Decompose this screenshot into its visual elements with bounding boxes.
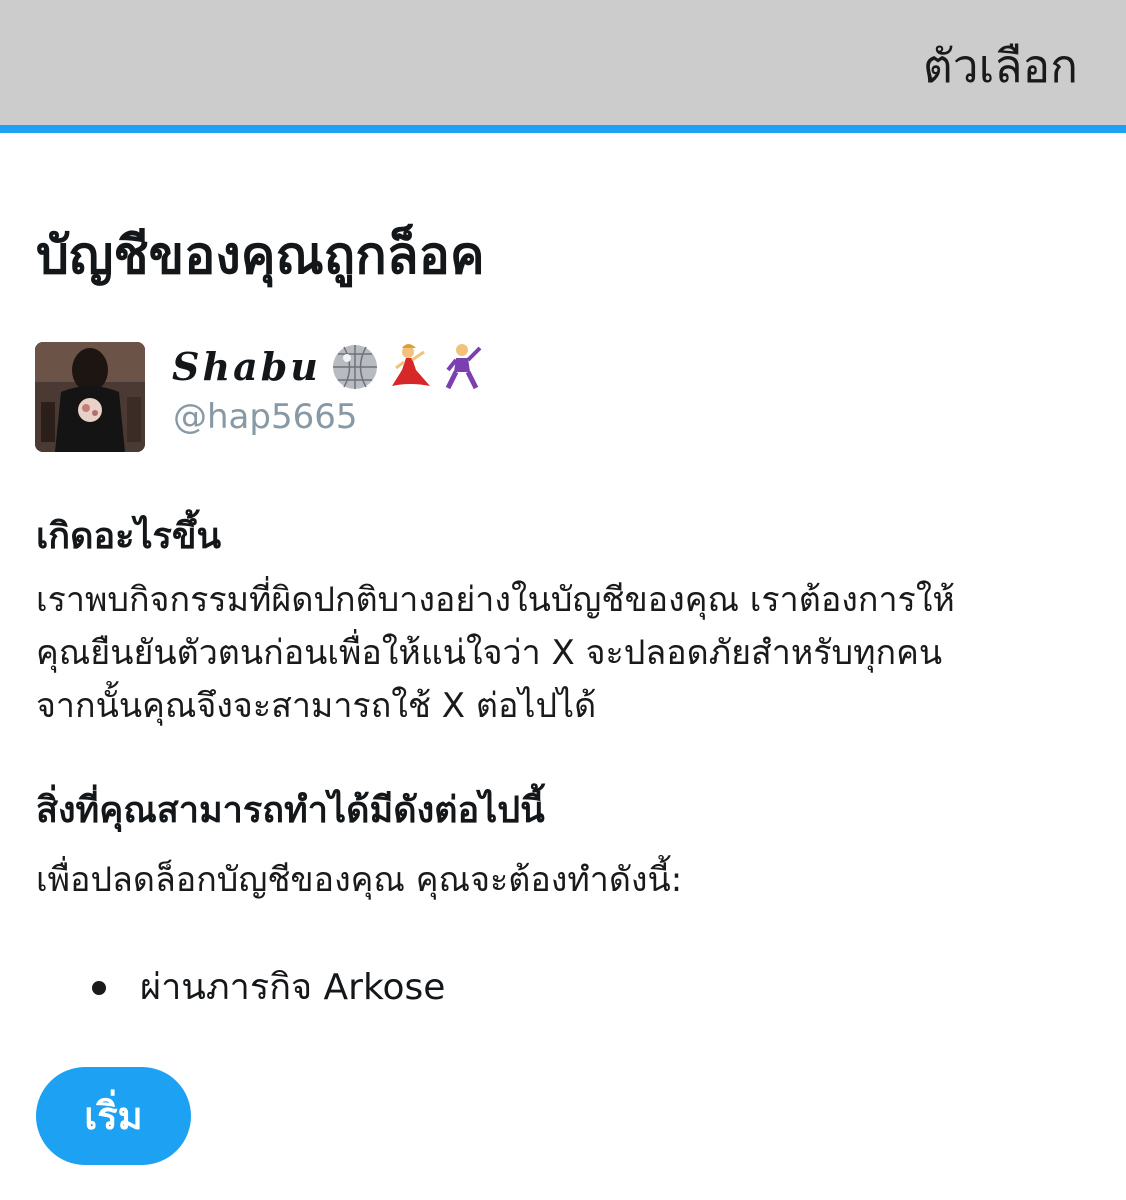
dancer-icon	[392, 344, 430, 386]
what-you-can-do-heading: สิ่งที่คุณสามารถทำได้มีดังต่อไปนี้	[36, 790, 545, 831]
start-button[interactable]: เริ่ม	[36, 1067, 191, 1165]
account-handle: @hap5665	[173, 397, 358, 437]
top-bar: ตัวเลือก	[0, 0, 1126, 133]
avatar	[35, 342, 145, 452]
what-happened-line: คุณยืนยันตัวตนก่อนเพื่อให้แน่ใจว่า X จะป…	[36, 633, 943, 673]
step-item: ผ่านภารกิจ Arkose	[140, 967, 446, 1008]
unlock-instructions: เพื่อปลดล็อกบัญชีของคุณ คุณจะต้องทำดังนี…	[36, 860, 683, 900]
man-dancing-icon	[445, 344, 482, 390]
what-happened-heading: เกิดอะไรขึ้น	[36, 516, 222, 557]
page-title: บัญชีของคุณถูกล็อค	[36, 226, 485, 286]
what-happened-line: จากนั้นคุณจึงจะสามารถใช้ X ต่อไปได้	[36, 686, 597, 726]
display-name-emojis	[330, 342, 490, 392]
display-name: Shabu	[172, 344, 321, 389]
what-happened-line: เราพบกิจกรรมที่ผิดปกติบางอย่างในบัญชีของ…	[36, 580, 955, 620]
options-button[interactable]: ตัวเลือก	[923, 36, 1078, 96]
bullet-icon	[92, 981, 106, 995]
mirror-ball-icon	[333, 345, 377, 389]
